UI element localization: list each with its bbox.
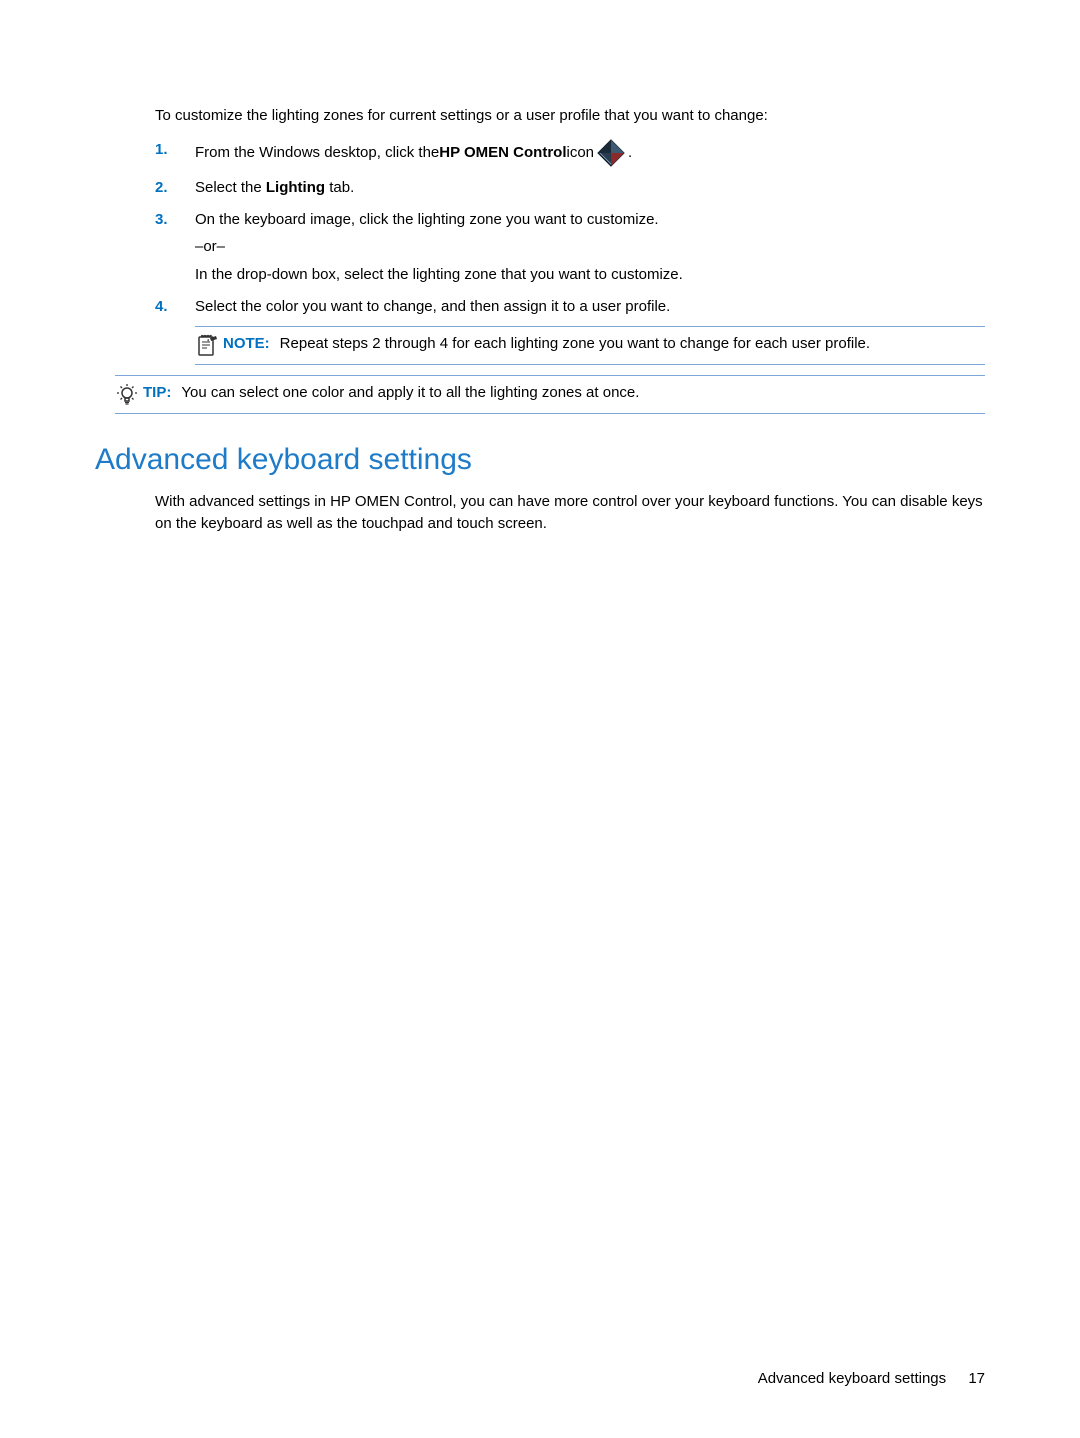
step-3-text: On the keyboard image, click the lightin… bbox=[195, 209, 985, 286]
footer-label: Advanced keyboard settings bbox=[758, 1370, 946, 1387]
page-footer: Advanced keyboard settings 17 bbox=[758, 1368, 985, 1390]
step-4: 4. Select the color you want to change, … bbox=[155, 296, 985, 365]
note-text: Repeat steps 2 through 4 for each lighti… bbox=[280, 335, 870, 352]
step-2: 2. Select the Lighting tab. bbox=[155, 177, 985, 199]
step-2-post: tab. bbox=[325, 179, 354, 196]
note-callout: NOTE: Repeat steps 2 through 4 for each l… bbox=[195, 326, 985, 365]
step-1: 1. From the Windows desktop, click the H… bbox=[155, 139, 985, 167]
step-number: 4. bbox=[155, 296, 168, 318]
step-3-line1: On the keyboard image, click the lightin… bbox=[195, 209, 985, 231]
section-body: With advanced settings in HP OMEN Contro… bbox=[155, 491, 985, 535]
note-icon bbox=[195, 334, 219, 358]
step-2-bold: Lighting bbox=[266, 179, 325, 196]
step-1-text: From the Windows desktop, click the HP O… bbox=[195, 139, 985, 167]
page: To customize the lighting zones for curr… bbox=[0, 0, 1080, 1438]
step-4-text: Select the color you want to change, and… bbox=[195, 296, 985, 318]
note-body: NOTE: Repeat steps 2 through 4 for each l… bbox=[223, 333, 985, 355]
step-1-post: . bbox=[628, 142, 632, 164]
step-2-text: Select the Lighting tab. bbox=[195, 177, 985, 199]
tip-text: You can select one color and apply it to… bbox=[181, 384, 639, 401]
step-1-pre: From the Windows desktop, click the bbox=[195, 142, 439, 164]
step-1-bold: HP OMEN Control bbox=[439, 142, 566, 164]
step-number: 2. bbox=[155, 177, 168, 199]
steps-list: 1. From the Windows desktop, click the H… bbox=[155, 139, 985, 365]
step-number: 3. bbox=[155, 209, 168, 231]
note-label: NOTE: bbox=[223, 335, 270, 352]
tip-label: TIP: bbox=[143, 384, 171, 401]
step-2-pre: Select the bbox=[195, 179, 266, 196]
intro-text: To customize the lighting zones for curr… bbox=[155, 105, 985, 127]
step-number: 1. bbox=[155, 139, 168, 161]
tip-icon bbox=[115, 383, 139, 407]
step-3: 3. On the keyboard image, click the ligh… bbox=[155, 209, 985, 286]
step-1-mid: icon bbox=[567, 142, 595, 164]
hp-omen-control-icon bbox=[597, 139, 625, 167]
step-3-line2: In the drop-down box, select the lightin… bbox=[195, 264, 985, 286]
section-heading: Advanced keyboard settings bbox=[95, 438, 985, 482]
tip-body: TIP: You can select one color and apply i… bbox=[143, 382, 985, 404]
body-column: To customize the lighting zones for curr… bbox=[155, 105, 985, 365]
step-3-or: –or– bbox=[195, 236, 985, 258]
tip-callout: TIP: You can select one color and apply i… bbox=[115, 375, 985, 414]
footer-page-number: 17 bbox=[968, 1370, 985, 1387]
